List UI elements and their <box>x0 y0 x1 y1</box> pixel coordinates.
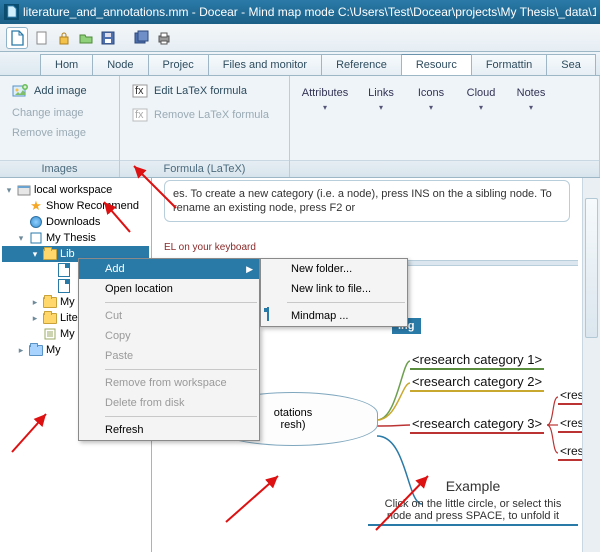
tab-node[interactable]: Node <box>92 54 148 75</box>
ribbon-group-label-formula: Formula (LaTeX) <box>120 160 289 177</box>
ctx-new-folder[interactable]: New folder... <box>261 259 407 279</box>
document-icon <box>57 279 71 293</box>
workspace-icon <box>17 183 31 197</box>
document-icon <box>57 263 71 277</box>
document-icon <box>267 308 283 324</box>
print-icon[interactable] <box>156 30 172 46</box>
mindmap-node-cat2[interactable]: <research category 2> <box>410 374 544 392</box>
new-doc-icon[interactable] <box>34 30 50 46</box>
tab-files-monitor[interactable]: Files and monitor <box>208 54 322 75</box>
ribbon-group-label-images: Images <box>0 160 119 177</box>
ctx-refresh[interactable]: Refresh <box>79 420 259 440</box>
tab-home[interactable]: Hom <box>40 54 93 75</box>
tree-recommend[interactable]: ★Show Recommend <box>2 198 149 214</box>
remove-image-button[interactable]: Remove image <box>6 124 93 142</box>
ribbon-group-formula: fx Edit LaTeX formula fx Remove LaTeX fo… <box>120 76 290 177</box>
app-icon <box>4 4 19 20</box>
ribbon-group-misc: Attributes▾ Links▾ Icons▾ Cloud▾ Notes▾ <box>290 76 600 177</box>
vertical-scrollbar[interactable] <box>582 178 600 552</box>
tree-root[interactable]: ▾local workspace <box>2 182 149 198</box>
notes-button[interactable]: Notes▾ <box>508 80 554 119</box>
ctx-paste[interactable]: Paste <box>79 346 259 366</box>
chevron-down-icon: ▾ <box>429 103 433 112</box>
context-submenu-add: New folder... New link to file... Mindma… <box>260 258 408 327</box>
add-image-button[interactable]: Add image <box>6 80 93 102</box>
mindmap-example-node[interactable]: Example Click on the little circle, or s… <box>368 478 578 526</box>
icons-button[interactable]: Icons▾ <box>408 80 454 119</box>
tip-cutoff-text: EL on your keyboard <box>164 242 256 253</box>
chevron-down-icon: ▾ <box>479 103 483 112</box>
folder-icon <box>43 311 57 325</box>
refs-icon <box>43 327 57 341</box>
ctx-new-link-file[interactable]: New link to file... <box>261 279 407 299</box>
save-icon[interactable] <box>100 30 116 46</box>
folder-icon <box>43 295 57 309</box>
latex-remove-icon: fx <box>132 107 148 123</box>
cloud-button[interactable]: Cloud▾ <box>458 80 504 119</box>
tab-resource[interactable]: Resourc <box>401 54 472 75</box>
ctx-cut[interactable]: Cut <box>79 306 259 326</box>
quick-toolbar <box>0 24 600 52</box>
image-add-icon <box>12 83 28 99</box>
ctx-remove-workspace[interactable]: Remove from workspace <box>79 373 259 393</box>
ctx-separator <box>287 302 405 303</box>
ctx-separator <box>105 302 257 303</box>
tab-reference[interactable]: Reference <box>321 54 402 75</box>
lock-icon[interactable] <box>56 30 72 46</box>
mindmap-node-cat1[interactable]: <research category 1> <box>410 352 544 370</box>
submenu-arrow-icon: ▶ <box>246 264 253 275</box>
tree-thesis[interactable]: ▾My Thesis <box>2 230 149 246</box>
tab-search[interactable]: Sea <box>546 54 596 75</box>
links-button[interactable]: Links▾ <box>358 80 404 119</box>
ctx-add[interactable]: Add▶ <box>79 259 259 279</box>
edit-latex-button[interactable]: fx Edit LaTeX formula <box>126 80 275 102</box>
ribbon: Add image Change image Remove image Imag… <box>0 76 600 178</box>
remove-latex-button[interactable]: fx Remove LaTeX formula <box>126 104 275 126</box>
ctx-separator <box>105 369 257 370</box>
star-icon: ★ <box>29 199 43 213</box>
tab-project[interactable]: Projec <box>148 54 209 75</box>
save-all-icon[interactable] <box>134 30 150 46</box>
latex-edit-icon: fx <box>132 83 148 99</box>
open-folder-icon[interactable] <box>78 30 94 46</box>
tip-box: es. To create a new category (i.e. a nod… <box>164 180 570 222</box>
tab-formatting[interactable]: Formattin <box>471 54 547 75</box>
add-image-label: Add image <box>34 85 87 97</box>
chevron-down-icon: ▾ <box>323 103 327 112</box>
chevron-down-icon: ▾ <box>529 103 533 112</box>
ribbon-group-label-misc <box>290 160 599 177</box>
ctx-separator <box>105 416 257 417</box>
attributes-button[interactable]: Attributes▾ <box>296 80 354 119</box>
globe-icon <box>29 215 43 229</box>
project-icon <box>29 231 43 245</box>
ribbon-group-images: Add image Change image Remove image Imag… <box>0 76 120 177</box>
ctx-new-mindmap[interactable]: Mindmap ... <box>261 306 407 326</box>
ctx-delete-disk[interactable]: Delete from disk <box>79 393 259 413</box>
window-title: literature_and_annotations.mm - Docear -… <box>23 5 596 19</box>
chevron-down-icon: ▾ <box>379 103 383 112</box>
folder-icon <box>43 247 57 261</box>
ribbon-tabstrip: Hom Node Projec Files and monitor Refere… <box>0 52 600 76</box>
scrollbar-thumb[interactable] <box>585 198 598 338</box>
tree-downloads[interactable]: Downloads <box>2 214 149 230</box>
ctx-open-location[interactable]: Open location <box>79 279 259 299</box>
mindmap-node-cat3[interactable]: <research category 3> <box>410 416 544 434</box>
context-menu: Add▶ Open location Cut Copy Paste Remove… <box>78 258 260 441</box>
svg-text:fx: fx <box>135 109 144 121</box>
change-image-button[interactable]: Change image <box>6 104 93 122</box>
ctx-copy[interactable]: Copy <box>79 326 259 346</box>
window-titlebar: literature_and_annotations.mm - Docear -… <box>0 0 600 24</box>
app-logo[interactable] <box>6 27 28 49</box>
svg-text:fx: fx <box>135 85 144 97</box>
folder-blue-icon <box>29 343 43 357</box>
